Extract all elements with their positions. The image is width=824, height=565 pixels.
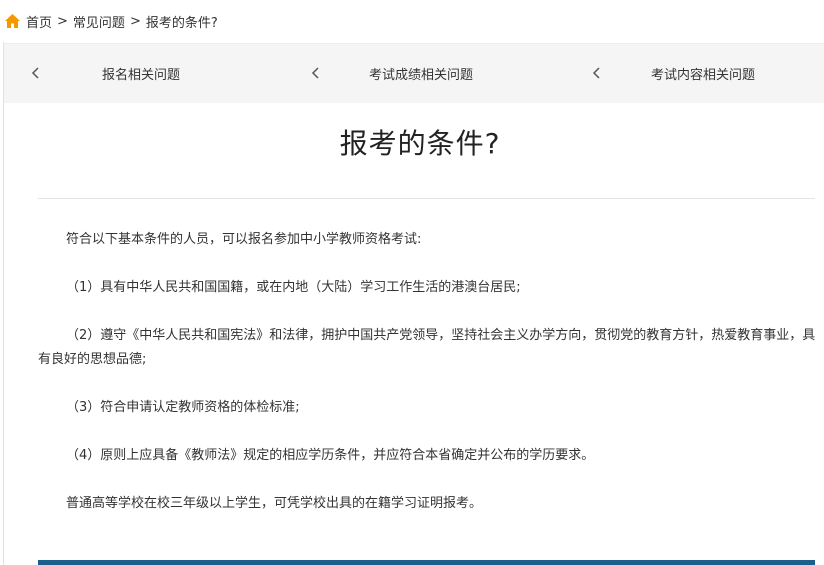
page-title: 报考的条件? [339,127,501,160]
related-topics-nav: 报名相关问题 考试成绩相关问题 考试内容相关问题 [4,43,824,103]
left-divider [3,42,4,565]
chevron-left-icon[interactable] [591,64,603,82]
title-divider [38,198,815,199]
nav-item-scores[interactable]: 考试成绩相关问题 [369,44,473,103]
breadcrumb-section-link[interactable]: 常见问题 [73,12,125,31]
chevron-left-icon[interactable] [310,64,322,82]
nav-item-registration[interactable]: 报名相关问题 [102,44,180,103]
article-paragraph: 符合以下基本条件的人员，可以报名参加中小学教师资格考试: [66,232,422,247]
article-paragraph: （1）具有中华人民共和国国籍，或在内地（大陆）学习工作生活的港澳台居民; [66,280,521,295]
breadcrumb-current: 报考的条件? [145,15,218,31]
article-paragraph: （4）原则上应具备《教师法》规定的相应学历条件，并应符合本省确定并公布的学历要求… [66,448,595,463]
article-body: 符合以下基本条件的人员，可以报名参加中小学教师资格考试: （1）具有中华人民共和… [38,228,818,540]
breadcrumb-home-link[interactable]: 首页 [26,12,52,31]
chevron-left-icon[interactable] [30,64,42,82]
nav-item-exam-content[interactable]: 考试内容相关问题 [651,44,755,103]
breadcrumb: 首页 > 常见问题 > 报考的条件? [0,0,824,42]
home-icon[interactable] [4,13,21,29]
article-paragraph: 普通高等学校在校三年级以上学生，可凭学校出具的在籍学习证明报考。 [66,496,483,511]
breadcrumb-separator: > [57,13,68,29]
breadcrumb-separator: > [129,13,141,29]
article-paragraph: （3）符合申请认定教师资格的体检标准; [66,400,300,415]
article-paragraph: （2）遵守《中华人民共和国宪法》和法律，拥护中国共产党领导，坚持社会主义办学方向… [38,328,816,367]
bottom-accent-bar [38,560,815,565]
